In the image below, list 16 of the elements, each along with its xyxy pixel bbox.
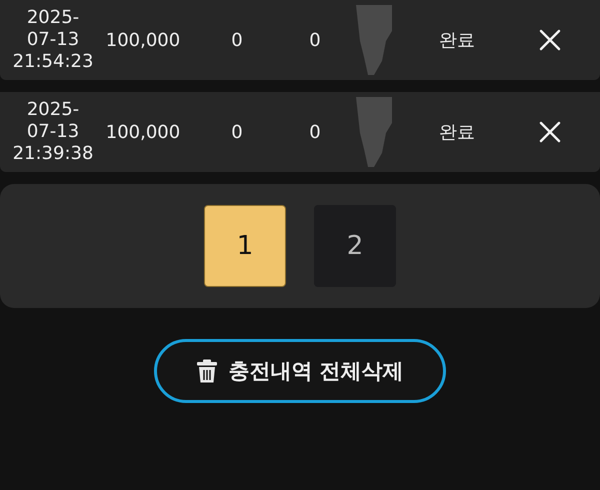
status-cell-text: 완료 [439,29,475,52]
date-cell: 2025- 07-13 21:54:23 [12,7,94,73]
table-cell: 0 [309,30,321,50]
date-cell: 2025- 07-13 21:39:38 [12,99,94,165]
delete-all-button[interactable]: 충전내역 전체삭제 [154,339,446,403]
amount-cell: 100,000 [106,30,180,50]
table-cell: 0 [231,122,243,142]
status-cell-text: 완료 [439,121,475,144]
page-button[interactable]: 1 [204,205,286,287]
close-icon[interactable] [539,29,561,51]
close-icon[interactable] [539,121,561,143]
page-button[interactable]: 2 [314,205,396,287]
amount-cell: 100,000 [106,122,180,142]
trash-icon [196,359,218,383]
table-cell: 0 [231,30,243,50]
table-cell: 0 [309,122,321,142]
